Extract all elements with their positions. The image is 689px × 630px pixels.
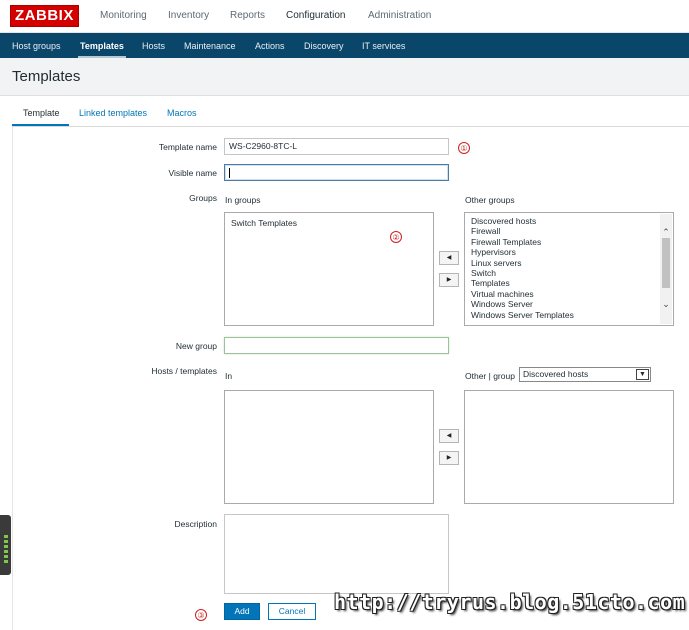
other-groups-list[interactable]: Discovered hosts Firewall Firewall Templ… [464, 212, 674, 326]
in-caption: In [225, 371, 233, 381]
template-name-label: Template name [158, 142, 217, 152]
tabs-divider [12, 126, 689, 127]
subnav-maintenance[interactable]: Maintenance [184, 41, 236, 51]
page-title: Templates [12, 68, 81, 85]
nav-inventory[interactable]: Inventory [168, 10, 209, 21]
subnav-discovery[interactable]: Discovery [304, 41, 344, 51]
edge-volume-widget [0, 515, 11, 575]
nav-monitoring[interactable]: Monitoring [100, 10, 147, 21]
list-item[interactable]: Switch Templates [231, 218, 297, 228]
groups-label: Groups [189, 193, 217, 203]
in-groups-list[interactable]: Switch Templates [224, 212, 434, 326]
text-cursor [229, 167, 230, 178]
nav-configuration[interactable]: Configuration [286, 10, 345, 21]
watermark-text: http://tryrus.blog.51cto.com [334, 590, 686, 614]
list-item[interactable]: Hypervisors [471, 247, 574, 257]
hosts-in-list[interactable] [224, 390, 434, 504]
other-group-select[interactable]: Discovered hosts ▼ [519, 367, 651, 382]
cancel-button[interactable]: Cancel [268, 603, 316, 620]
list-item[interactable]: Firewall [471, 226, 574, 236]
chevron-down-icon[interactable]: ▼ [636, 369, 649, 380]
hosts-templates-label: Hosts / templates [151, 366, 217, 376]
subnav-it-services[interactable]: IT services [362, 41, 405, 51]
in-groups-items: Switch Templates [231, 218, 297, 228]
annotation-marker-1: ① [458, 142, 470, 154]
list-item[interactable]: Switch [471, 268, 574, 278]
scroll-down-icon[interactable]: ⌄ [660, 298, 672, 310]
description-textarea[interactable] [224, 514, 449, 594]
other-groups-scrollbar[interactable]: ⌃ ⌄ [660, 214, 672, 324]
list-item[interactable]: Windows Server [471, 299, 574, 309]
tab-macros[interactable]: Macros [167, 108, 197, 118]
move-host-left-button[interactable]: ◀ [439, 429, 459, 443]
tab-template[interactable]: Template [23, 108, 60, 118]
description-label: Description [174, 519, 217, 529]
add-button[interactable]: Add [224, 603, 260, 620]
scroll-up-icon[interactable]: ⌃ [660, 226, 672, 238]
visible-name-input[interactable] [224, 164, 449, 181]
move-left-button[interactable]: ◀ [439, 251, 459, 265]
other-group-selected-value: Discovered hosts [523, 369, 589, 379]
nav-reports[interactable]: Reports [230, 10, 265, 21]
annotation-marker-3: ③ [195, 609, 207, 621]
list-item[interactable]: Firewall Templates [471, 237, 574, 247]
content-frame-border [12, 127, 13, 630]
zabbix-logo[interactable]: ZABBIX [10, 5, 79, 27]
scroll-thumb[interactable] [662, 238, 670, 288]
subnav-actions[interactable]: Actions [255, 41, 285, 51]
subnav-hosts[interactable]: Hosts [142, 41, 165, 51]
other-groups-items: Discovered hosts Firewall Firewall Templ… [471, 216, 574, 320]
visible-name-label: Visible name [168, 168, 217, 178]
list-item[interactable]: Virtual machines [471, 289, 574, 299]
nav-administration[interactable]: Administration [368, 10, 431, 21]
list-item[interactable]: Discovered hosts [471, 216, 574, 226]
in-groups-caption: In groups [225, 195, 261, 205]
subnav-templates[interactable]: Templates [78, 41, 126, 59]
other-groups-caption: Other groups [465, 195, 515, 205]
annotation-marker-2: ② [390, 231, 402, 243]
page-header [0, 58, 689, 96]
top-bar: ZABBIX Monitoring Inventory Reports Conf… [0, 0, 689, 33]
template-name-input[interactable]: WS-C2960-8TC-L [224, 138, 449, 155]
move-right-button[interactable]: ▶ [439, 273, 459, 287]
other-group-caption: Other | group [465, 371, 515, 381]
subnav-host-groups[interactable]: Host groups [12, 41, 61, 51]
list-item[interactable]: Linux servers [471, 258, 574, 268]
sub-nav-bar: Host groups Templates Hosts Maintenance … [0, 33, 689, 59]
new-group-input[interactable] [224, 337, 449, 354]
new-group-label: New group [175, 341, 217, 351]
list-item[interactable]: Windows Server Templates [471, 310, 574, 320]
move-host-right-button[interactable]: ▶ [439, 451, 459, 465]
hosts-other-list[interactable] [464, 390, 674, 504]
tab-linked-templates[interactable]: Linked templates [79, 108, 147, 118]
list-item[interactable]: Templates [471, 278, 574, 288]
